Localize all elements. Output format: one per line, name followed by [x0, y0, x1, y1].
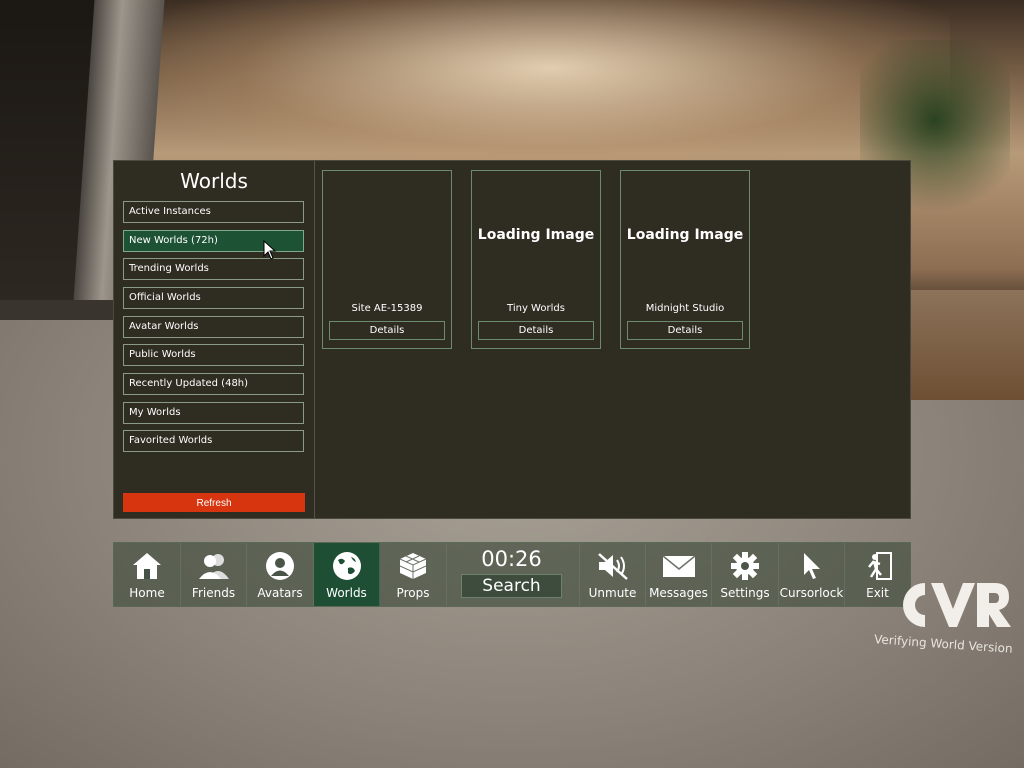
toolbar-cursorlock[interactable]: Cursorlock [779, 543, 845, 606]
sidebar-item-favorited-worlds[interactable]: Favorited Worlds [123, 430, 304, 452]
cube-icon [380, 551, 446, 581]
world-card[interactable]: Loading Image Midnight Studio Details [620, 170, 750, 349]
toolbar-avatars[interactable]: Avatars [247, 543, 314, 606]
globe-icon [314, 551, 379, 581]
toolbar-label: Avatars [257, 586, 303, 600]
world-thumbnail: Loading Image [477, 227, 595, 243]
world-name: Tiny Worlds [507, 303, 565, 314]
toolbar-label: Friends [191, 586, 236, 600]
toolbar-friends[interactable]: Friends [181, 543, 247, 606]
background-bench [905, 290, 1024, 400]
page-title: Worlds [180, 169, 248, 193]
refresh-button[interactable]: Refresh [123, 493, 305, 512]
sidebar-item-public-worlds[interactable]: Public Worlds [123, 344, 304, 366]
toolbar-worlds[interactable]: Worlds [314, 543, 380, 606]
sidebar-item-trending-worlds[interactable]: Trending Worlds [123, 258, 304, 280]
toolbar-label: Settings [720, 586, 770, 600]
toolbar-props[interactable]: Props [380, 543, 447, 606]
details-button[interactable]: Details [329, 321, 445, 340]
toolbar-messages[interactable]: Messages [646, 543, 712, 606]
background-sky [150, 0, 950, 170]
quick-menu-toolbar: Home Friends Avatars Worlds Props 00:26 … [113, 542, 911, 607]
sidebar-item-my-worlds[interactable]: My Worlds [123, 402, 304, 424]
world-card[interactable]: Loading Image Tiny Worlds Details [471, 170, 601, 349]
toolbar-label: Worlds [326, 586, 367, 600]
world-card[interactable]: Site AE-15389 Details [322, 170, 452, 349]
toolbar-label: Props [396, 586, 430, 600]
worlds-panel: Worlds Active Instances New Worlds (72h)… [113, 160, 911, 519]
toolbar-home[interactable]: Home [114, 543, 181, 606]
avatar-icon [247, 551, 313, 581]
toolbar-label: Home [129, 586, 165, 600]
toolbar-label: Unmute [588, 586, 637, 600]
toolbar-label: Cursorlock [779, 586, 844, 600]
sidebar-item-recently-updated[interactable]: Recently Updated (48h) [123, 373, 304, 395]
world-name: Site AE-15389 [351, 303, 423, 314]
toolbar-label: Messages [649, 586, 708, 600]
friends-icon [181, 551, 246, 581]
sidebar-item-official-worlds[interactable]: Official Worlds [123, 287, 304, 309]
worlds-sidebar: Worlds Active Instances New Worlds (72h)… [114, 161, 315, 518]
home-icon [114, 551, 180, 581]
sidebar-item-avatar-worlds[interactable]: Avatar Worlds [123, 316, 304, 338]
details-button[interactable]: Details [627, 321, 743, 340]
toolbar-settings[interactable]: Settings [712, 543, 779, 606]
muted-speaker-icon [580, 551, 645, 581]
cvr-logo [895, 575, 1015, 635]
envelope-icon [646, 551, 711, 581]
toolbar-unmute[interactable]: Unmute [579, 543, 646, 606]
world-name: Midnight Studio [645, 303, 725, 314]
session-timer: 00:26 [481, 547, 542, 571]
search-button[interactable]: Search [461, 574, 562, 598]
cursor-icon [779, 551, 844, 581]
gear-icon [712, 551, 778, 581]
world-thumbnail: Loading Image [626, 227, 744, 243]
sidebar-item-active-instances[interactable]: Active Instances [123, 201, 304, 223]
details-button[interactable]: Details [478, 321, 594, 340]
